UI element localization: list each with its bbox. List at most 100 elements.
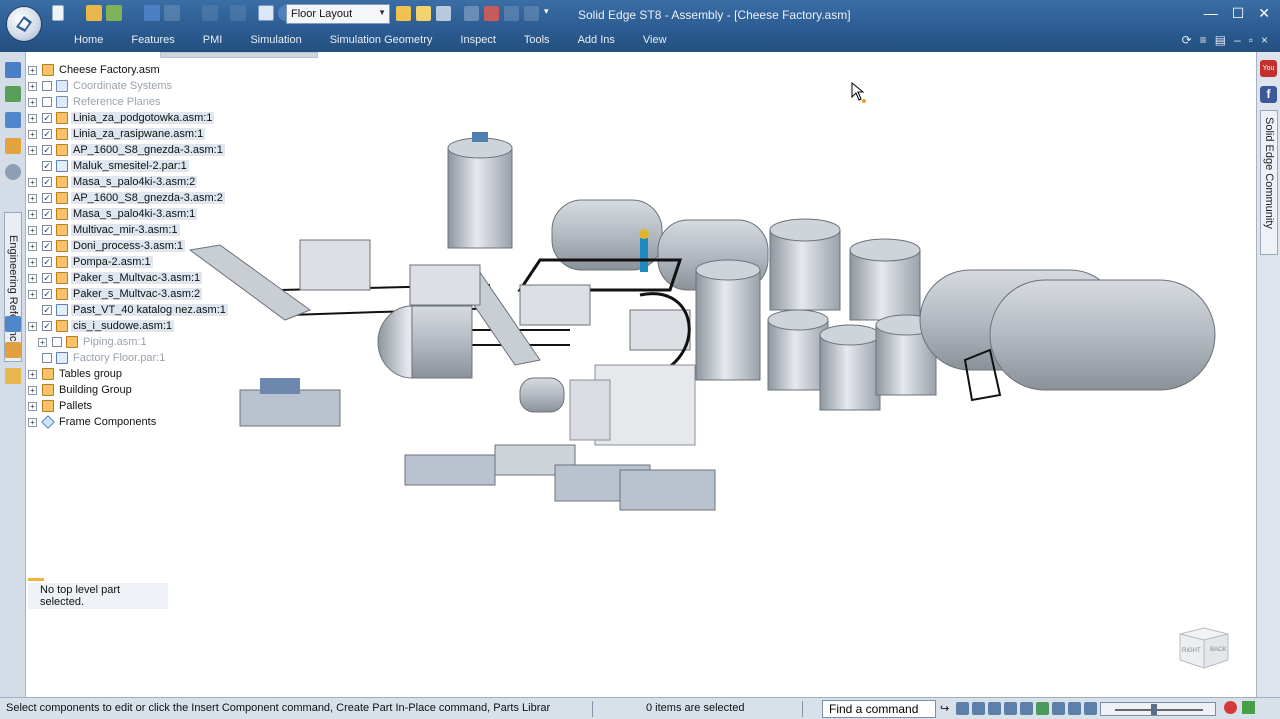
model-viewport[interactable] xyxy=(150,120,1240,550)
expand-icon[interactable]: + xyxy=(28,289,37,299)
refresh-icon[interactable] xyxy=(504,6,519,21)
storage-tank-5[interactable] xyxy=(819,324,881,411)
pointer-icon[interactable] xyxy=(464,6,479,21)
youtube-icon[interactable]: You xyxy=(1260,60,1277,77)
copy-icon[interactable] xyxy=(436,6,451,21)
rotate-icon[interactable] xyxy=(1020,702,1033,715)
shading-icon[interactable] xyxy=(1068,702,1081,715)
qat-dropdown-icon[interactable]: ▾ xyxy=(544,6,559,21)
ribbon-options-icon[interactable]: ≡ xyxy=(1200,33,1207,47)
find-command-input[interactable]: Find a command xyxy=(822,700,936,718)
press-drum[interactable] xyxy=(377,305,473,379)
expand-icon[interactable]: + xyxy=(38,337,47,347)
expand-icon[interactable]: + xyxy=(28,273,37,283)
open-recent-icon[interactable] xyxy=(106,5,122,21)
fit-icon[interactable] xyxy=(956,702,969,715)
tree-item[interactable]: + ✓ Pompa-2.asm:1 xyxy=(28,254,153,270)
visibility-checkbox[interactable]: ✓ xyxy=(42,273,52,283)
expand-icon[interactable]: + xyxy=(28,113,37,123)
mold-rack-3[interactable] xyxy=(519,284,591,326)
visibility-checkbox[interactable]: ✓ xyxy=(42,145,52,155)
mold-rack-1[interactable] xyxy=(299,239,371,291)
expand-icon[interactable]: + xyxy=(28,129,37,139)
ribbon-layout-icon[interactable]: ▤ xyxy=(1215,33,1226,47)
visibility-checkbox[interactable]: ✓ xyxy=(42,289,52,299)
expand-icon[interactable]: + xyxy=(28,385,37,395)
redo-icon[interactable] xyxy=(202,5,218,21)
styles-icon[interactable] xyxy=(1084,702,1097,715)
mold-rack-4[interactable] xyxy=(629,309,691,351)
expand-icon[interactable]: + xyxy=(28,401,37,411)
ribbon-help-icon[interactable]: ⟳ xyxy=(1182,33,1192,47)
undo-icon[interactable] xyxy=(164,5,180,21)
visibility-checkbox[interactable] xyxy=(42,97,52,107)
visibility-checkbox[interactable]: ✓ xyxy=(42,305,52,315)
tree-group[interactable]: + Frame Components xyxy=(28,414,158,430)
expand-icon[interactable]: + xyxy=(28,225,37,235)
silo-tank[interactable] xyxy=(447,132,513,249)
tab-simulation[interactable]: Simulation xyxy=(250,34,315,46)
arrow-icon[interactable]: ↪ xyxy=(940,702,953,715)
views-icon[interactable] xyxy=(1036,702,1049,715)
engineering-reference-tab[interactable]: Engineering Reference xyxy=(4,212,22,362)
tab-features[interactable]: Features xyxy=(131,34,188,46)
pathfinder-scroll-handle[interactable] xyxy=(160,52,318,58)
expand-icon[interactable]: + xyxy=(28,209,37,219)
packing-line-1[interactable] xyxy=(239,378,341,427)
notes-icon[interactable] xyxy=(416,6,431,21)
expand-icon[interactable]: + xyxy=(28,241,37,251)
sketch-view-icon[interactable] xyxy=(1052,702,1065,715)
pan-icon[interactable] xyxy=(1004,702,1017,715)
customize-icon[interactable] xyxy=(524,6,539,21)
maximize-icon[interactable]: ☐ xyxy=(1232,5,1245,22)
visibility-checkbox[interactable] xyxy=(42,81,52,91)
record-icon[interactable] xyxy=(1224,701,1237,714)
doc-close-icon[interactable]: × xyxy=(1261,33,1268,47)
visibility-checkbox[interactable]: ✓ xyxy=(42,193,52,203)
upload-icon[interactable] xyxy=(1242,701,1255,714)
layout-dropdown[interactable]: Floor Layout ▼ xyxy=(286,4,390,24)
doc-restore-icon[interactable]: ▫ xyxy=(1249,33,1253,47)
expand-icon[interactable]: + xyxy=(28,81,37,91)
storage-tank-1[interactable] xyxy=(695,259,761,381)
layers-icon[interactable] xyxy=(5,112,21,128)
zoom-area-icon[interactable] xyxy=(988,702,1001,715)
expand-icon[interactable]: + xyxy=(28,193,37,203)
tab-view[interactable]: View xyxy=(643,34,681,46)
visibility-checkbox[interactable]: ✓ xyxy=(42,321,52,331)
family-icon[interactable] xyxy=(5,342,21,358)
sensors-icon[interactable] xyxy=(5,138,21,154)
storage-tank-4[interactable] xyxy=(767,309,829,391)
gear-icon[interactable] xyxy=(5,164,21,180)
visibility-checkbox[interactable] xyxy=(52,337,62,347)
tab-simulation-geometry[interactable]: Simulation Geometry xyxy=(330,34,447,46)
redo2-icon[interactable] xyxy=(230,5,246,21)
open-icon[interactable] xyxy=(86,5,102,21)
view-cube[interactable]: RIGHT BACK xyxy=(1176,624,1232,670)
tree-root[interactable]: + Cheese Factory.asm xyxy=(28,62,162,78)
application-button[interactable] xyxy=(6,6,42,42)
storage-tank-2[interactable] xyxy=(769,218,841,311)
expand-icon[interactable]: + xyxy=(28,65,37,75)
folder-tab-icon[interactable] xyxy=(5,368,21,384)
visibility-checkbox[interactable]: ✓ xyxy=(42,225,52,235)
tree-item[interactable]: Factory Floor.par:1 xyxy=(28,350,167,366)
pathfinder-icon[interactable] xyxy=(5,62,21,78)
control-cabinet[interactable] xyxy=(569,379,611,441)
expand-icon[interactable]: + xyxy=(28,97,37,107)
expand-icon[interactable]: + xyxy=(28,145,37,155)
save-icon[interactable] xyxy=(144,5,160,21)
expand-icon[interactable]: + xyxy=(28,369,37,379)
tab-home[interactable]: Home xyxy=(74,34,117,46)
expand-icon[interactable]: + xyxy=(28,321,37,331)
window-icon[interactable] xyxy=(258,5,274,21)
visibility-checkbox[interactable]: ✓ xyxy=(42,257,52,267)
zoom-slider-thumb[interactable] xyxy=(1151,704,1157,715)
expand-icon[interactable]: + xyxy=(28,257,37,267)
minimize-icon[interactable]: — xyxy=(1204,5,1218,22)
solid-edge-community-tab[interactable]: Solid Edge Community xyxy=(1260,110,1278,255)
expand-icon[interactable]: + xyxy=(28,177,37,187)
features-library-icon[interactable] xyxy=(5,86,21,102)
tree-item[interactable]: + Piping.asm:1 xyxy=(38,334,149,350)
packing-line-2[interactable] xyxy=(404,444,576,486)
